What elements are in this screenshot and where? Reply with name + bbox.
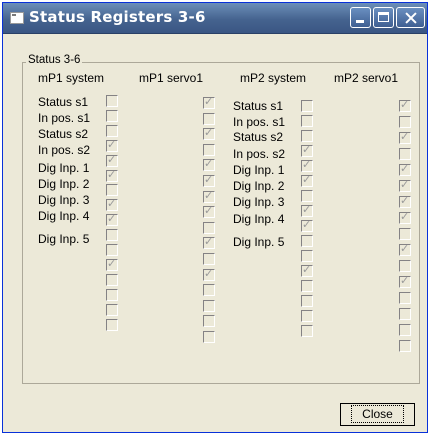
mp1-system-checkbox[interactable] — [106, 95, 118, 107]
column-header-mp1-servo1: mP1 servo1 — [139, 71, 204, 85]
mp2-system-checkbox[interactable] — [301, 295, 313, 307]
mp1-system-checkbox[interactable] — [106, 153, 118, 167]
column-header-mp1-system: mP1 system — [38, 71, 105, 85]
mp1-servo1-checkbox[interactable] — [203, 204, 215, 218]
mp1-servo1-checkbox[interactable] — [203, 331, 215, 343]
maximize-icon[interactable] — [373, 7, 394, 28]
mp1-system-checkbox[interactable] — [106, 274, 118, 286]
mp1-system-checkbox[interactable] — [106, 289, 118, 301]
group-label: Status 3-6 — [26, 54, 83, 66]
mp2-system-checkbox[interactable] — [301, 190, 313, 202]
mp2-register-label: In pos. s1 — [233, 115, 286, 129]
mp2-register-label: Status s1 — [233, 99, 284, 113]
mp1-servo1-checkbox[interactable] — [203, 113, 215, 125]
mp1-servo1-checkbox[interactable] — [203, 144, 215, 156]
mp2-system-checkbox[interactable] — [301, 158, 313, 172]
mp1-servo1-checkbox[interactable] — [203, 284, 215, 296]
mp2-servo1-checkbox[interactable] — [399, 98, 411, 112]
mp2-register-label: Dig Inp. 4 — [233, 212, 285, 226]
mp2-servo1-checkbox[interactable] — [399, 324, 411, 336]
mp2-system-checkbox[interactable] — [301, 235, 313, 247]
mp1-register-label: Dig Inp. 4 — [38, 209, 90, 223]
mp1-system-checkbox[interactable] — [106, 229, 118, 241]
mp2-register-label: Dig Inp. 1 — [233, 163, 285, 177]
mp2-servo1-checkbox[interactable] — [399, 340, 411, 352]
mp1-system-checkbox[interactable] — [106, 184, 118, 196]
mp1-servo1-checkbox[interactable] — [203, 300, 215, 312]
mp1-system-checkbox[interactable] — [106, 168, 118, 182]
mp1-system-checkbox[interactable] — [106, 138, 118, 152]
mp2-system-checkbox[interactable] — [301, 280, 313, 292]
mp1-servo1-checkbox[interactable] — [203, 222, 215, 234]
mp2-system-checkbox[interactable] — [301, 325, 313, 337]
window-icon — [10, 12, 24, 24]
mp1-register-label: Dig Inp. 2 — [38, 177, 90, 191]
window-title: Status Registers 3-6 — [29, 8, 206, 26]
mp2-servo1-checkbox[interactable] — [399, 116, 411, 128]
mp1-system-checkbox[interactable] — [106, 304, 118, 316]
mp2-servo1-checkbox[interactable] — [399, 178, 411, 192]
mp1-system-checkbox[interactable] — [106, 110, 118, 122]
mp2-system-checkbox[interactable] — [301, 310, 313, 322]
mp2-servo1-checkbox[interactable] — [399, 130, 411, 144]
mp2-system-checkbox[interactable] — [301, 130, 313, 142]
mp1-system-checkbox[interactable] — [106, 257, 118, 271]
mp1-register-label: In pos. s2 — [38, 143, 91, 157]
mp1-servo1-checkbox[interactable] — [203, 253, 215, 265]
mp1-servo1-checkbox[interactable] — [203, 126, 215, 140]
mp2-system-checkbox[interactable] — [301, 218, 313, 232]
mp1-register-label: In pos. s1 — [38, 111, 91, 125]
column-header-mp2-system: mP2 system — [240, 71, 307, 85]
mp1-register-label: Dig Inp. 5 — [38, 232, 90, 246]
mp1-servo1-checkbox[interactable] — [203, 267, 215, 281]
mp1-servo1-checkbox[interactable] — [203, 235, 215, 249]
mp1-register-label: Status s1 — [38, 95, 89, 109]
mp1-servo1-checkbox[interactable] — [203, 95, 215, 109]
mp2-servo1-checkbox[interactable] — [399, 210, 411, 224]
mp1-register-label: Dig Inp. 3 — [38, 193, 90, 207]
mp2-servo1-checkbox[interactable] — [399, 274, 411, 288]
minimize-icon[interactable] — [350, 7, 371, 28]
mp1-system-checkbox[interactable] — [106, 212, 118, 226]
close-button-label: Close — [351, 405, 404, 423]
mp1-register-label: Status s2 — [38, 127, 89, 141]
mp2-register-label: Dig Inp. 5 — [233, 235, 285, 249]
mp2-servo1-checkbox[interactable] — [399, 148, 411, 160]
mp2-register-label: Dig Inp. 2 — [233, 179, 285, 193]
mp2-system-checkbox[interactable] — [301, 100, 313, 112]
mp2-servo1-checkbox[interactable] — [399, 228, 411, 240]
mp1-system-checkbox[interactable] — [106, 319, 118, 331]
mp2-system-checkbox[interactable] — [301, 173, 313, 187]
close-button[interactable]: Close — [340, 403, 415, 426]
mp2-system-checkbox[interactable] — [301, 143, 313, 157]
title-bar[interactable]: Status Registers 3-6 — [3, 3, 427, 34]
mp2-register-label: Dig Inp. 3 — [233, 195, 285, 209]
mp1-servo1-checkbox[interactable] — [203, 157, 215, 171]
mp1-servo1-checkbox[interactable] — [203, 315, 215, 327]
mp1-servo1-checkbox[interactable] — [203, 189, 215, 203]
mp2-system-checkbox[interactable] — [301, 203, 313, 217]
mp2-servo1-checkbox[interactable] — [399, 308, 411, 320]
column-header-mp2-servo1: mP2 servo1 — [334, 71, 399, 85]
mp2-servo1-checkbox[interactable] — [399, 242, 411, 256]
mp1-servo1-checkbox[interactable] — [203, 173, 215, 187]
close-icon[interactable] — [396, 7, 425, 28]
mp1-register-label: Dig Inp. 1 — [38, 161, 90, 175]
mp2-system-checkbox[interactable] — [301, 250, 313, 262]
mp2-register-label: Status s2 — [233, 130, 284, 144]
mp2-system-checkbox[interactable] — [301, 263, 313, 277]
mp2-servo1-checkbox[interactable] — [399, 292, 411, 304]
mp1-system-checkbox[interactable] — [106, 125, 118, 137]
mp1-system-checkbox[interactable] — [106, 197, 118, 211]
mp2-servo1-checkbox[interactable] — [399, 194, 411, 208]
mp2-system-checkbox[interactable] — [301, 115, 313, 127]
mp2-servo1-checkbox[interactable] — [399, 162, 411, 176]
mp1-system-checkbox[interactable] — [106, 244, 118, 256]
mp2-register-label: In pos. s2 — [233, 147, 286, 161]
mp2-servo1-checkbox[interactable] — [399, 260, 411, 272]
